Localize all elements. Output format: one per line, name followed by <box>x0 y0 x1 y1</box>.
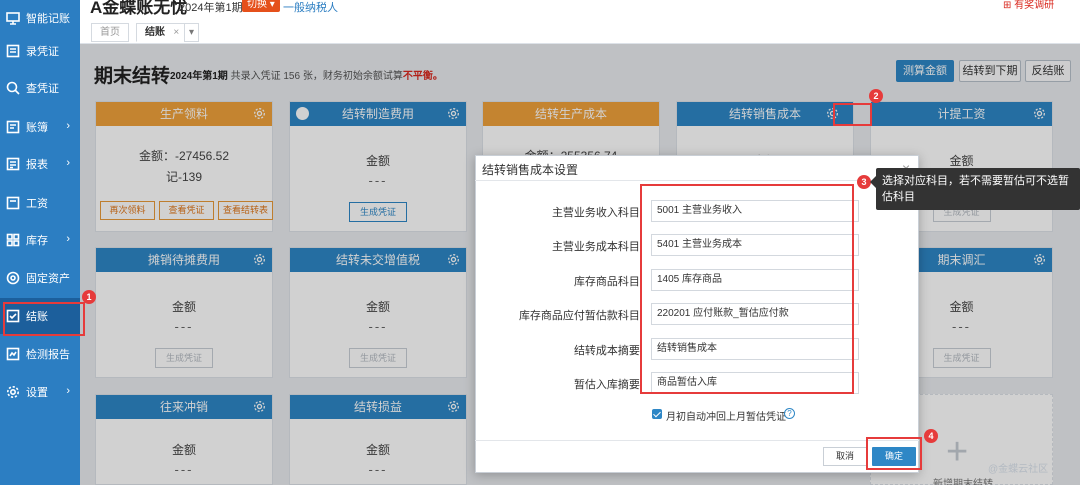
highlight-checkout-nav <box>3 302 85 336</box>
chevron-right-icon: › <box>66 233 70 245</box>
gear-icon <box>6 385 20 399</box>
dialog-title: 结转销售成本设置 <box>482 163 579 177</box>
asset-icon <box>6 271 20 285</box>
sidebar-item-inventory[interactable]: 库存 › <box>0 222 80 258</box>
highlight-gear <box>833 103 872 126</box>
check-report-icon <box>6 347 20 361</box>
chevron-down-icon: ▾ <box>269 0 275 10</box>
company-name: A金蝶账无忧 <box>90 0 188 17</box>
sidebar-item-label: 检测报告 <box>26 349 70 361</box>
chevron-right-icon: › <box>66 120 70 132</box>
sidebar-item-reports[interactable]: 报表 › <box>0 146 80 182</box>
step-badge-1: 1 <box>82 290 96 304</box>
sidebar-item-label: 报表 <box>26 159 48 171</box>
report-icon <box>6 157 20 171</box>
watermark: @金蝶云社区 <box>988 464 1049 475</box>
dialog-divider <box>475 180 919 181</box>
tab-label: 首页 <box>100 27 120 38</box>
book-icon <box>6 120 20 134</box>
switch-period-button[interactable]: 切换 ▾ <box>242 0 280 12</box>
sidebar-item-label: 工资 <box>26 198 48 210</box>
search-icon <box>6 81 20 95</box>
tab-home[interactable]: 首页 <box>91 23 129 42</box>
sidebar-item-fixed-assets[interactable]: 固定资产 <box>0 260 80 296</box>
chevron-right-icon: › <box>66 385 70 397</box>
field-label-cost: 主营业务成本科目: <box>551 241 643 253</box>
sidebar-item-label: 固定资产 <box>26 273 70 285</box>
sidebar-item-label: 设置 <box>26 387 48 399</box>
tab-label: 结账 <box>145 27 165 38</box>
help-icon[interactable]: ? <box>784 408 795 419</box>
sidebar-item-smart-accounting[interactable]: 智能记账 <box>0 0 80 36</box>
sidebar-item-label: 智能记账 <box>26 13 70 25</box>
inventory-icon <box>6 233 20 247</box>
sidebar-item-label: 库存 <box>26 235 48 247</box>
wage-icon <box>6 196 20 210</box>
sidebar-item-ledger[interactable]: 账簿 › <box>0 109 80 145</box>
current-period: 2024年第1期 <box>179 2 243 14</box>
taxpayer-type-link[interactable]: 一般纳税人 <box>283 0 338 15</box>
close-icon[interactable]: × <box>173 27 179 38</box>
field-label-estimate: 库存商品应付暂估款科目: <box>518 310 643 322</box>
highlight-account-fields <box>640 184 854 394</box>
sidebar-item-label: 查凭证 <box>26 83 59 95</box>
cancel-button[interactable]: 取消 <box>823 447 867 466</box>
tab-checkout[interactable]: 结账 × <box>136 23 189 42</box>
sidebar: 智能记账 录凭证 查凭证 账簿 › 报表 › 工资 库存 › 固定资产 结账 检… <box>0 0 80 485</box>
step-badge-4: 4 <box>924 429 938 443</box>
survey-link[interactable]: ⊞ 有奖调研 <box>1003 0 1054 11</box>
chevron-right-icon: › <box>66 157 70 169</box>
tab-menu-button[interactable]: ▾ <box>184 23 200 42</box>
annotation-tooltip: 选择对应科目，若不需要暂估可不选暂估科目 <box>870 168 1080 210</box>
auto-offset-label: 月初自动冲回上月暂估凭证 <box>666 412 786 423</box>
monitor-icon <box>6 11 20 25</box>
field-label-estimate-summary: 暂估入库摘要: <box>573 379 643 391</box>
gift-icon: ⊞ <box>1003 0 1012 11</box>
sidebar-item-query-voucher[interactable]: 查凭证 <box>0 70 80 106</box>
sidebar-item-enter-voucher[interactable]: 录凭证 <box>0 33 80 69</box>
field-label-revenue: 主营业务收入科目: <box>551 207 643 219</box>
sidebar-item-label: 录凭证 <box>26 46 59 58</box>
sidebar-item-label: 账簿 <box>26 122 48 134</box>
step-badge-3: 3 <box>857 175 871 189</box>
dialog-footer-divider <box>475 440 919 441</box>
survey-label: 有奖调研 <box>1014 0 1055 11</box>
sidebar-item-check-report[interactable]: 检测报告 <box>0 336 80 372</box>
field-label-cost-summary: 结转成本摘要: <box>573 345 643 357</box>
edit-icon <box>6 44 20 58</box>
switch-label: 切换 <box>247 0 267 10</box>
sidebar-item-settings[interactable]: 设置 › <box>0 374 80 410</box>
field-label-inventory: 库存商品科目: <box>573 276 643 288</box>
highlight-confirm <box>866 437 922 470</box>
step-badge-2: 2 <box>869 89 883 103</box>
auto-offset-checkbox[interactable] <box>652 409 662 419</box>
sidebar-item-wages[interactable]: 工资 <box>0 185 80 221</box>
